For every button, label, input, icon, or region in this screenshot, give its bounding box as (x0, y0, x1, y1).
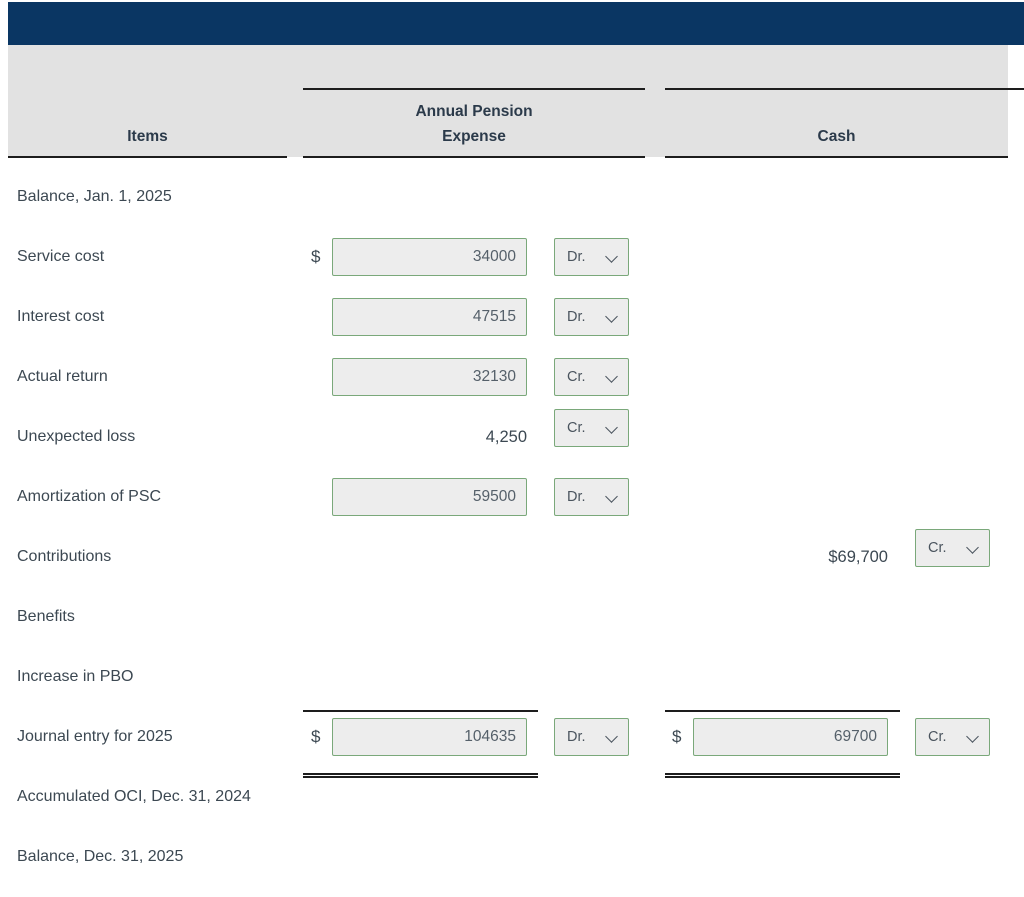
chevron-down-icon (607, 371, 619, 383)
row-label: Balance, Dec. 31, 2025 (17, 848, 184, 865)
column-header-items: Items (127, 128, 168, 145)
column-header-cash: Cash (817, 128, 856, 145)
dr-cr-select-expense[interactable]: Dr. (554, 238, 629, 276)
amount-input-expense[interactable] (332, 718, 527, 756)
row-label: Amortization of PSC (17, 488, 162, 505)
column-header-annual-pension-expense: Annual Pension Expense (303, 99, 645, 149)
total-rule-top-expense (303, 710, 538, 712)
table-row: Service cost $ Dr. (0, 227, 1024, 287)
table-row: Interest cost Dr. (0, 287, 1024, 347)
row-label: Accumulated OCI, Dec. 31, 2024 (17, 788, 251, 805)
amount-input-expense[interactable] (332, 238, 527, 276)
table-row: Increase in PBO (0, 647, 1024, 707)
annual-pension-expense-header-bottom-rule (303, 156, 645, 158)
row-label: Journal entry for 2025 (17, 728, 173, 745)
total-rule-top-cash (665, 710, 900, 712)
pension-worksheet-app: Items Annual Pension Expense Cash Balanc… (0, 0, 1024, 897)
row-label: Benefits (17, 608, 75, 625)
column-header-annual-pension-expense-line1: Annual Pension (415, 103, 533, 120)
amount-input-expense[interactable] (332, 298, 527, 336)
chevron-down-icon (607, 422, 619, 434)
chevron-down-icon (968, 542, 980, 554)
row-label: Interest cost (17, 308, 105, 325)
amount-input-expense[interactable] (332, 478, 527, 516)
amount-static-expense: 4,250 (485, 428, 527, 446)
table-row: Balance, Dec. 31, 2025 (0, 827, 1024, 887)
table-row: Balance, Jan. 1, 2025 (0, 167, 1024, 227)
dr-cr-select-cash[interactable]: Cr. (915, 718, 990, 756)
amount-input-expense[interactable] (332, 358, 527, 396)
table-row: Journal entry for 2025 $ Dr. $ Cr. (0, 707, 1024, 778)
dr-cr-select-value: Dr. (567, 489, 586, 505)
amount-input-cash[interactable] (693, 718, 888, 756)
row-label: Service cost (17, 248, 105, 265)
table-row: Accumulated OCI, Dec. 31, 2024 (0, 767, 1024, 827)
row-label: Increase in PBO (17, 668, 134, 685)
chevron-down-icon (607, 251, 619, 263)
dr-cr-select-value: Cr. (928, 540, 947, 556)
dr-cr-select-value: Dr. (567, 309, 586, 325)
cash-header-bottom-rule (665, 156, 1008, 158)
amount-static-cash: $69,700 (828, 548, 888, 566)
annual-pension-expense-header-top-rule (303, 88, 645, 90)
table-row: Amortization of PSC Dr. (0, 467, 1024, 527)
chevron-down-icon (607, 311, 619, 323)
dr-cr-select-expense[interactable]: Cr. (554, 358, 629, 396)
table-row: Actual return Cr. (0, 347, 1024, 407)
row-label: Balance, Jan. 1, 2025 (17, 188, 172, 205)
dr-cr-select-value: Cr. (567, 369, 586, 385)
column-header-annual-pension-expense-line2: Expense (442, 128, 506, 145)
row-label: Actual return (17, 368, 108, 385)
dr-cr-select-value: Cr. (567, 420, 586, 436)
dr-cr-select-expense[interactable]: Dr. (554, 478, 629, 516)
dr-cr-select-value: Dr. (567, 729, 586, 745)
dr-cr-select-value: Cr. (928, 729, 947, 745)
top-navy-bar (8, 2, 1024, 45)
chevron-down-icon (968, 731, 980, 743)
currency-symbol: $ (311, 247, 321, 266)
dr-cr-select-expense[interactable]: Dr. (554, 298, 629, 336)
dr-cr-select-expense[interactable]: Dr. (554, 718, 629, 756)
dr-cr-select-cash[interactable]: Cr. (915, 529, 990, 567)
row-label: Contributions (17, 548, 112, 565)
table-row: Benefits (0, 587, 1024, 647)
table-row: Unexpected loss 4,250 Cr. (0, 407, 1024, 467)
currency-symbol: $ (672, 727, 682, 746)
row-label: Unexpected loss (17, 428, 136, 445)
currency-symbol: $ (311, 727, 321, 746)
dr-cr-select-expense[interactable]: Cr. (554, 409, 629, 447)
dr-cr-select-value: Dr. (567, 249, 586, 265)
items-header-bottom-rule (8, 156, 287, 158)
cash-header-top-rule (665, 88, 1024, 90)
table-row: Contributions $69,700 Cr. (0, 527, 1024, 587)
chevron-down-icon (607, 731, 619, 743)
chevron-down-icon (607, 491, 619, 503)
